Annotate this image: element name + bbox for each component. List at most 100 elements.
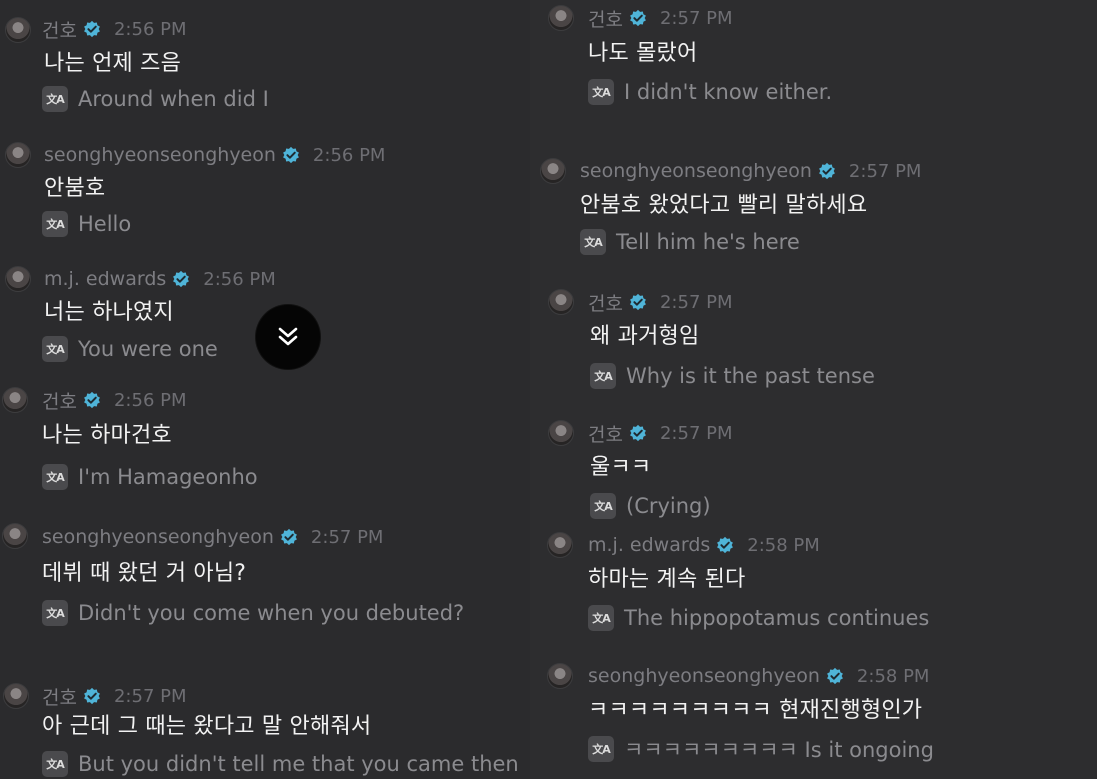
username[interactable]: seonghyeonseonghyeon <box>44 144 276 166</box>
translation-row: 文A ㅋㅋㅋㅋㅋㅋㅋㅋㅋ Is it ongoing <box>588 735 934 763</box>
username[interactable]: 건호 <box>42 387 77 414</box>
translation-row: 文A The hippopotamus continues <box>588 604 929 632</box>
translation-row: 文A Didn't you come when you debuted? <box>42 599 464 627</box>
translation-text: I'm Hamageonho <box>78 465 258 489</box>
message-header: 건호 2:57 PM <box>588 5 733 32</box>
message-timestamp: 2:57 PM <box>848 160 922 182</box>
translate-icon[interactable]: 文A <box>588 605 614 631</box>
message-header: seonghyeonseonghyeon 2:56 PM <box>44 143 385 167</box>
translation-row: 文A You were one <box>42 335 218 363</box>
user-avatar[interactable] <box>5 142 31 168</box>
translate-icon[interactable]: 文A <box>588 736 614 762</box>
translation-row: 文A Tell him he's here <box>580 228 800 256</box>
translate-icon[interactable]: 文A <box>580 229 606 255</box>
translation-text: ㅋㅋㅋㅋㅋㅋㅋㅋㅋ Is it ongoing <box>624 738 934 762</box>
translate-icon[interactable]: 文A <box>42 86 68 112</box>
translation-text: But you didn't tell me that you came the… <box>78 752 519 776</box>
user-avatar[interactable] <box>548 5 574 31</box>
user-avatar[interactable] <box>5 17 31 43</box>
message-text: ㅋㅋㅋㅋㅋㅋㅋㅋㅋ 현재진행형인가 <box>588 698 923 723</box>
message-timestamp: 2:57 PM <box>659 7 733 29</box>
message-header: 건호 2:57 PM <box>42 683 187 710</box>
username[interactable]: 건호 <box>42 683 77 710</box>
double-chevron-down-icon <box>278 327 298 346</box>
username[interactable]: seonghyeonseonghyeon <box>588 665 820 687</box>
message-header: m.j. edwards 2:58 PM <box>588 533 820 557</box>
translate-icon[interactable]: 文A <box>42 600 68 626</box>
username[interactable]: 건호 <box>588 420 623 447</box>
translation-text: The hippopotamus continues <box>624 606 930 630</box>
verified-badge-icon <box>83 687 101 705</box>
message-text: 너는 하나였지 <box>44 300 174 325</box>
user-avatar[interactable] <box>547 532 573 558</box>
verified-badge-icon <box>629 9 647 27</box>
translation-row: 文A I'm Hamageonho <box>42 463 258 491</box>
message-text: 나는 하마건호 <box>42 423 172 448</box>
message-text: 나는 언제 즈음 <box>44 51 182 76</box>
username[interactable]: seonghyeonseonghyeon <box>42 526 274 548</box>
user-avatar[interactable] <box>2 523 28 549</box>
message-text: 나도 몰랐어 <box>588 41 698 66</box>
verified-badge-icon <box>83 20 101 38</box>
user-avatar[interactable] <box>547 663 573 689</box>
translation-row: 文A Hello <box>42 210 131 238</box>
translation-row: 文A Around when did I <box>42 85 269 113</box>
message-header: 건호 2:56 PM <box>42 16 187 43</box>
verified-badge-icon <box>172 270 190 288</box>
chat-column-right: 건호 2:57 PM 나도 몰랐어 文A I didn't know eithe… <box>530 0 1097 779</box>
message-timestamp: 2:58 PM <box>747 534 820 556</box>
message-timestamp: 2:57 PM <box>659 291 733 313</box>
message-header: m.j. edwards 2:56 PM <box>44 267 276 291</box>
message-header: seonghyeonseonghyeon 2:58 PM <box>588 664 929 688</box>
verified-badge-icon <box>818 162 836 180</box>
username[interactable]: 건호 <box>42 16 77 43</box>
translation-text: Didn't you come when you debuted? <box>78 601 465 625</box>
translation-text: You were one <box>78 337 218 361</box>
user-avatar[interactable] <box>548 420 574 446</box>
message-text: 왜 과거형임 <box>590 324 700 349</box>
user-avatar[interactable] <box>548 289 574 315</box>
message-text: 안붐호 <box>44 176 106 201</box>
chat-column-left: 건호 2:56 PM 나는 언제 즈음 文A Around when did I… <box>0 0 530 779</box>
username[interactable]: 건호 <box>588 289 623 316</box>
message-timestamp: 2:58 PM <box>856 665 930 687</box>
user-avatar[interactable] <box>5 266 31 292</box>
user-avatar[interactable] <box>2 387 28 413</box>
translation-text: Hello <box>78 212 132 236</box>
translation-row: 文A Why is it the past tense <box>590 362 875 390</box>
verified-badge-icon <box>629 293 647 311</box>
translate-icon[interactable]: 文A <box>590 363 616 389</box>
translation-text: Why is it the past tense <box>626 364 875 388</box>
scroll-to-bottom-button[interactable] <box>256 305 320 369</box>
translation-row: 文A I didn't know either. <box>588 78 832 106</box>
username[interactable]: m.j. edwards <box>588 534 710 556</box>
message-header: 건호 2:57 PM <box>588 289 733 316</box>
username[interactable]: m.j. edwards <box>44 268 166 290</box>
user-avatar[interactable] <box>540 158 566 184</box>
username[interactable]: 건호 <box>588 5 623 32</box>
message-header: 건호 2:56 PM <box>42 387 187 414</box>
translation-text: Tell him he's here <box>616 230 800 254</box>
translate-icon[interactable]: 文A <box>588 79 614 105</box>
user-avatar[interactable] <box>3 683 29 709</box>
message-timestamp: 2:57 PM <box>310 526 384 548</box>
translation-row: 文A (Crying) <box>590 492 711 520</box>
translate-icon[interactable]: 文A <box>42 211 68 237</box>
message-header: seonghyeonseonghyeon 2:57 PM <box>42 525 383 549</box>
verified-badge-icon <box>83 391 101 409</box>
message-text: 데뷔 때 왔던 거 아님? <box>42 561 247 586</box>
username[interactable]: seonghyeonseonghyeon <box>580 160 812 182</box>
translate-icon[interactable]: 文A <box>42 464 68 490</box>
translate-icon[interactable]: 文A <box>590 493 616 519</box>
message-timestamp: 2:57 PM <box>113 685 187 707</box>
translate-icon[interactable]: 文A <box>42 336 68 362</box>
message-timestamp: 2:56 PM <box>312 144 386 166</box>
message-timestamp: 2:56 PM <box>203 268 276 290</box>
message-header: seonghyeonseonghyeon 2:57 PM <box>580 159 921 183</box>
message-timestamp: 2:56 PM <box>113 389 187 411</box>
translate-icon[interactable]: 文A <box>42 751 68 777</box>
translation-row: 文A But you didn't tell me that you came … <box>42 750 519 778</box>
message-text: 하마는 계속 된다 <box>588 567 746 592</box>
verified-badge-icon <box>280 528 298 546</box>
translation-text: (Crying) <box>626 494 711 518</box>
